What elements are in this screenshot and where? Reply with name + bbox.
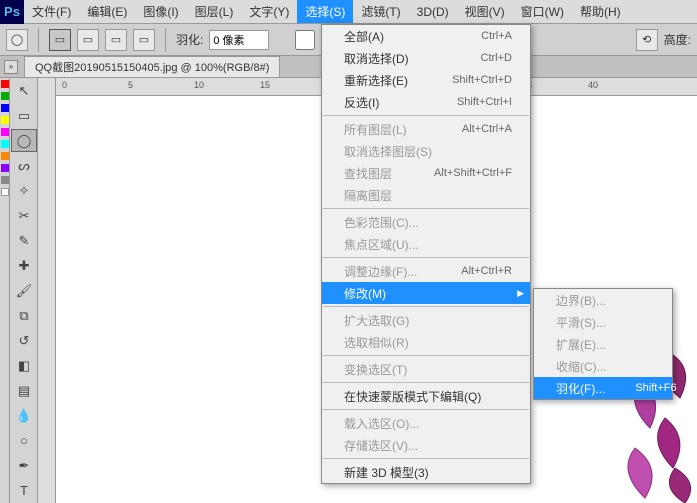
menu-item: 扩大选取(G) — [322, 309, 530, 331]
ruler-vertical — [38, 96, 56, 503]
menu-item: 隔离图层 — [322, 184, 530, 206]
menu-help[interactable]: 帮助(H) — [572, 0, 629, 23]
menu-item[interactable]: 全部(A)Ctrl+A — [322, 25, 530, 47]
feather-input[interactable] — [209, 30, 269, 50]
move-tool[interactable]: ↖ — [11, 79, 37, 102]
blur-tool[interactable]: 💧 — [11, 404, 37, 427]
submenu-item: 收缩(C)... — [534, 355, 672, 377]
menu-item: 查找图层Alt+Shift+Ctrl+F — [322, 162, 530, 184]
menu-image[interactable]: 图像(I) — [135, 0, 186, 23]
brush-tool[interactable]: 🖌 — [11, 279, 37, 302]
menu-item[interactable]: 反选(I)Shift+Ctrl+I — [322, 91, 530, 113]
type-tool[interactable]: T — [11, 479, 37, 502]
menubar: Ps 文件(F) 编辑(E) 图像(I) 图层(L) 文字(Y) 选择(S) 滤… — [0, 0, 697, 24]
marquee-tool[interactable]: ▭ — [11, 104, 37, 127]
ruler-tick: 15 — [260, 80, 270, 90]
dodge-tool[interactable]: ○ — [11, 429, 37, 452]
menu-item: 存储选区(V)... — [322, 434, 530, 456]
marquee-tool-indicator[interactable]: ◯ — [6, 29, 28, 51]
swatch-4[interactable] — [1, 128, 9, 136]
submenu-item: 边界(B)... — [534, 289, 672, 311]
menu-item: 取消选择图层(S) — [322, 140, 530, 162]
swatch-8[interactable] — [1, 176, 9, 184]
menu-item: 变换选区(T) — [322, 358, 530, 380]
eraser-tool[interactable]: ◧ — [11, 354, 37, 377]
swatch-0[interactable] — [1, 80, 9, 88]
intersect-selection-button[interactable]: ▭ — [133, 29, 155, 51]
panel-toggle-icon[interactable]: » — [4, 60, 18, 74]
menu-file[interactable]: 文件(F) — [24, 0, 79, 23]
wand-tool[interactable]: ✧ — [11, 179, 37, 202]
document-tab[interactable]: QQ截图20190515150405.jpg @ 100%(RGB/8#) — [24, 56, 280, 77]
new-selection-button[interactable]: ▭ — [49, 29, 71, 51]
swatch-2[interactable] — [1, 104, 9, 112]
refine-edge-button[interactable]: ⟲ — [636, 29, 658, 51]
menu-item[interactable]: 修改(M)▶ — [322, 282, 530, 304]
menu-view[interactable]: 视图(V) — [457, 0, 513, 23]
heal-tool[interactable]: ✚ — [11, 254, 37, 277]
app-icon: Ps — [0, 0, 24, 24]
crop-tool[interactable]: ✂ — [11, 204, 37, 227]
swatch-5[interactable] — [1, 140, 9, 148]
swatch-3[interactable] — [1, 116, 9, 124]
swatch-6[interactable] — [1, 152, 9, 160]
history-brush-tool[interactable]: ↺ — [11, 329, 37, 352]
menu-item[interactable]: 在快速蒙版模式下编辑(Q) — [322, 385, 530, 407]
menu-item[interactable]: 新建 3D 模型(3) — [322, 461, 530, 483]
menu-item: 载入选区(O)... — [322, 412, 530, 434]
menu-item: 选取相似(R) — [322, 331, 530, 353]
stamp-tool[interactable]: ⧉ — [11, 304, 37, 327]
menu-window[interactable]: 窗口(W) — [513, 0, 572, 23]
menu-item: 调整边缘(F)...Alt+Ctrl+R — [322, 260, 530, 282]
menu-type[interactable]: 文字(Y) — [241, 0, 297, 23]
menu-item: 焦点区域(U)... — [322, 233, 530, 255]
lasso-tool[interactable]: ᔕ — [11, 154, 37, 177]
menu-item[interactable]: 重新选择(E)Shift+Ctrl+D — [322, 69, 530, 91]
submenu-item: 平滑(S)... — [534, 311, 672, 333]
height-label: 高度: — [664, 31, 691, 48]
subtract-selection-button[interactable]: ▭ — [105, 29, 127, 51]
modify-submenu-dropdown: 边界(B)...平滑(S)...扩展(E)...收缩(C)...羽化(F)...… — [533, 288, 673, 400]
menu-item: 色彩范围(C)... — [322, 211, 530, 233]
swatch-7[interactable] — [1, 164, 9, 172]
swatch-9[interactable] — [1, 188, 9, 196]
menu-item: 所有图层(L)Alt+Ctrl+A — [322, 118, 530, 140]
gradient-tool[interactable]: ▤ — [11, 379, 37, 402]
submenu-item[interactable]: 羽化(F)...Shift+F6 — [534, 377, 672, 399]
tools-panel: ↖ ▭ ◯ ᔕ ✧ ✂ ✎ ✚ 🖌 ⧉ ↺ ◧ ▤ 💧 ○ ✒ T — [10, 78, 38, 503]
ruler-tick: 5 — [128, 80, 133, 90]
add-selection-button[interactable]: ▭ — [77, 29, 99, 51]
ruler-tick: 10 — [194, 80, 204, 90]
eyedropper-tool[interactable]: ✎ — [11, 229, 37, 252]
color-palette — [0, 78, 10, 503]
menu-select[interactable]: 选择(S) — [297, 0, 353, 23]
swatch-1[interactable] — [1, 92, 9, 100]
menu-filter[interactable]: 滤镜(T) — [353, 0, 408, 23]
menu-layer[interactable]: 图层(L) — [187, 0, 242, 23]
menu-3d[interactable]: 3D(D) — [409, 0, 457, 23]
elliptical-marquee-tool[interactable]: ◯ — [11, 129, 37, 152]
submenu-item: 扩展(E)... — [534, 333, 672, 355]
ruler-tick: 40 — [588, 80, 598, 90]
select-menu-dropdown: 全部(A)Ctrl+A取消选择(D)Ctrl+D重新选择(E)Shift+Ctr… — [321, 24, 531, 484]
feather-label: 羽化: — [176, 31, 203, 48]
menu-item[interactable]: 取消选择(D)Ctrl+D — [322, 47, 530, 69]
menu-edit[interactable]: 编辑(E) — [79, 0, 135, 23]
pen-tool[interactable]: ✒ — [11, 454, 37, 477]
chevron-right-icon: ▶ — [517, 288, 524, 299]
ruler-tick: 0 — [62, 80, 67, 90]
